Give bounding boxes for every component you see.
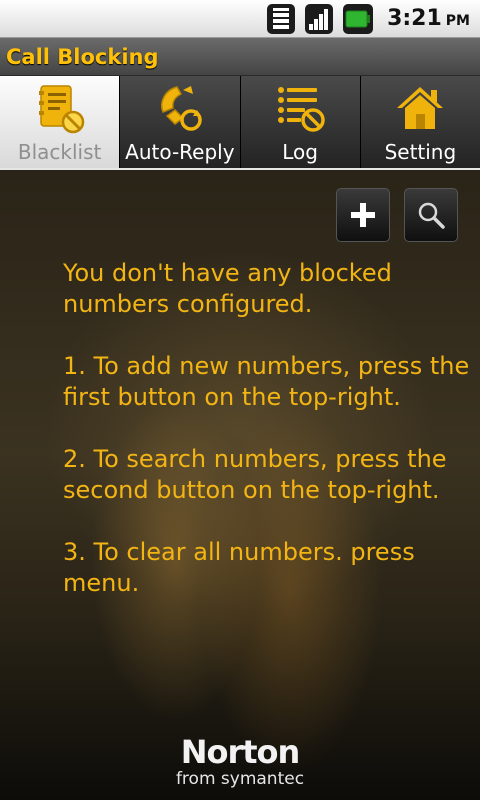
instruction-step-3: 3. To clear all numbers. press menu. (63, 538, 415, 597)
tab-label: Log (282, 140, 318, 164)
status-clock: 3:21 PM (387, 6, 470, 31)
norton-logo: Norton from symantec (0, 735, 480, 789)
tab-blacklist[interactable]: Blacklist (0, 76, 121, 168)
empty-message: You don't have any blocked numbers confi… (63, 259, 392, 318)
battery-icon (343, 3, 374, 34)
log-icon (272, 82, 328, 136)
tab-auto-reply[interactable]: Auto-Reply (120, 76, 241, 168)
blacklist-icon (32, 82, 88, 136)
app-title-bar: Call Blocking (0, 38, 480, 76)
status-bar: 3:21 PM (0, 0, 480, 38)
home-icon (392, 82, 448, 136)
instructions: You don't have any blocked numbers confi… (63, 258, 473, 630)
main-content: You don't have any blocked numbers confi… (0, 170, 480, 800)
tab-label: Setting (384, 140, 457, 164)
plus-icon (351, 203, 375, 227)
tab-bar: Blacklist Auto-Reply Log Setting (0, 76, 480, 170)
brand-name: Norton (180, 733, 301, 771)
auto-reply-icon (152, 82, 208, 136)
wifi-icon (267, 3, 296, 34)
tab-label: Blacklist (17, 140, 102, 164)
search-icon (418, 202, 445, 229)
instruction-step-1: 1. To add new numbers, press the first b… (63, 352, 470, 411)
brand-subtitle: from symantec (175, 769, 305, 789)
tab-log[interactable]: Log (240, 76, 361, 168)
tab-label: Auto-Reply (125, 140, 235, 164)
instruction-step-2: 2. To search numbers, press the second b… (63, 445, 447, 504)
add-number-button[interactable] (336, 188, 390, 242)
search-number-button[interactable] (404, 188, 458, 242)
status-ampm: PM (445, 13, 470, 29)
app-title: Call Blocking (6, 44, 159, 69)
status-time: 3:21 (387, 6, 442, 31)
signal-icon (305, 3, 334, 34)
tab-setting[interactable]: Setting (360, 76, 480, 168)
